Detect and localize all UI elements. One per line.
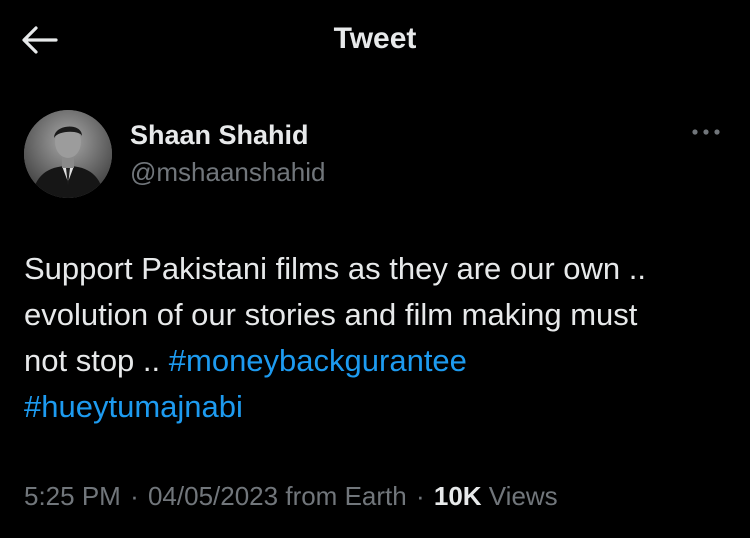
more-horizontal-icon — [692, 129, 720, 135]
tweet-metadata: 5:25 PM · 04/05/2023 from Earth · 10K Vi… — [24, 481, 724, 512]
tweet-text: Support Pakistani films as they are our … — [24, 246, 724, 430]
avatar[interactable] — [24, 110, 112, 198]
tweet-date[interactable]: 04/05/2023 — [148, 481, 278, 511]
author-handle[interactable]: @mshaanshahid — [130, 157, 326, 188]
more-options-button[interactable] — [688, 118, 724, 146]
page-title: Tweet — [333, 22, 417, 55]
tweet-time[interactable]: 5:25 PM — [24, 481, 121, 511]
tweet-source: from Earth — [285, 481, 407, 511]
tweet-author: Shaan Shahid @mshaanshahid — [24, 110, 726, 200]
top-bar: Tweet — [0, 0, 750, 80]
profile-photo — [24, 110, 112, 198]
hashtag-link[interactable]: #hueytumajnabi — [24, 389, 243, 424]
tweet-text-line: not stop .. — [24, 343, 169, 378]
views-label[interactable]: Views — [489, 481, 558, 511]
tweet-text-line: Support Pakistani films as they are our … — [24, 251, 647, 286]
separator-dot: · — [130, 481, 139, 511]
separator-dot: · — [415, 481, 425, 511]
hashtag-link[interactable]: #moneybackgurantee — [169, 343, 467, 378]
tweet-text-line: evolution of our stories and film making… — [24, 297, 638, 332]
views-count[interactable]: 10K — [434, 481, 482, 511]
author-display-name[interactable]: Shaan Shahid — [130, 120, 309, 151]
